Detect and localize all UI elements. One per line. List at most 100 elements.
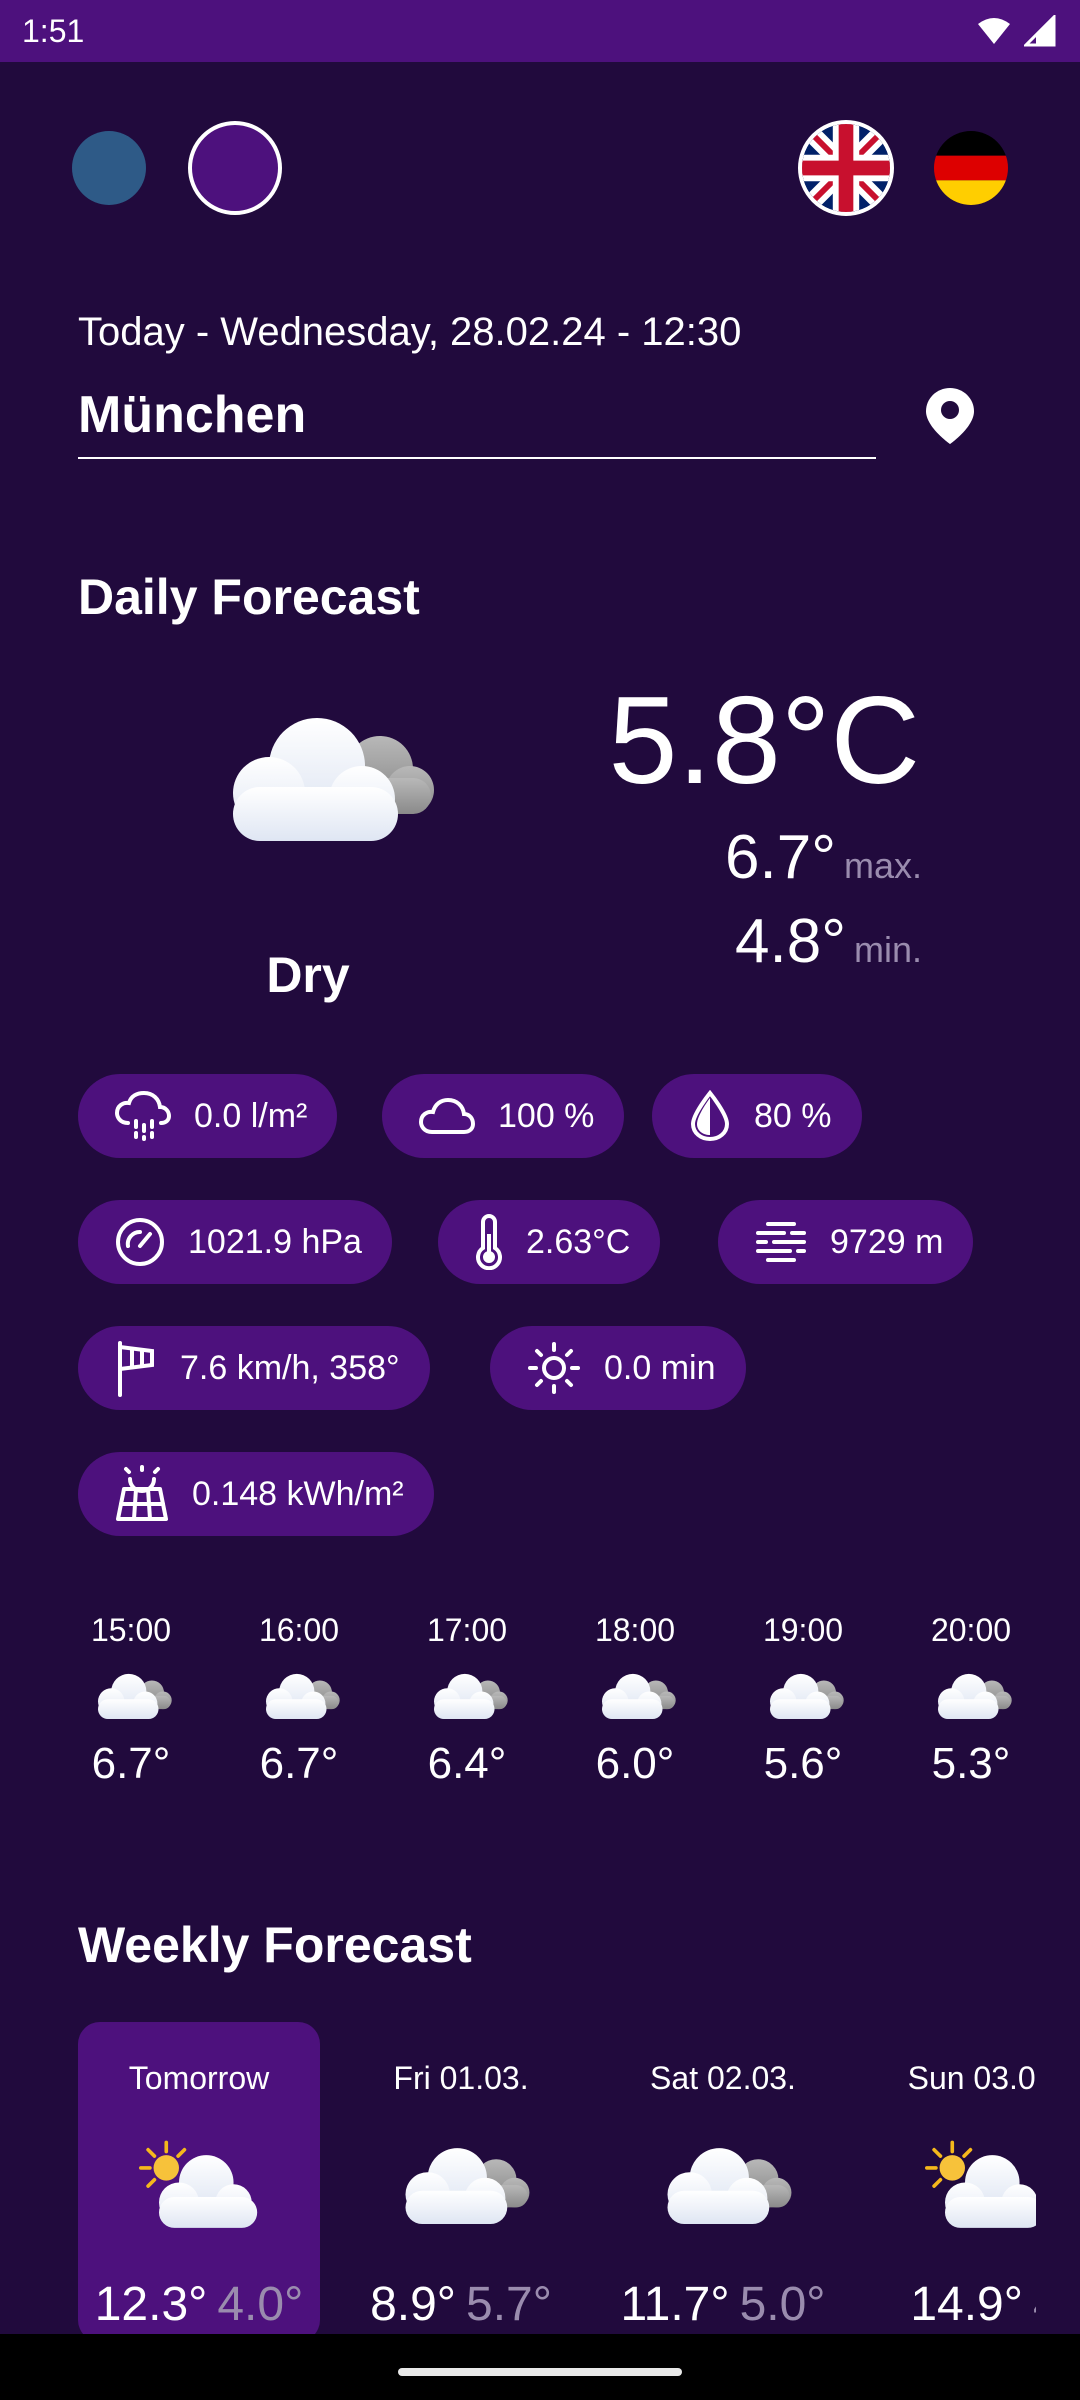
wifi-icon xyxy=(978,18,1010,44)
day-temperatures: 8.9° 5.7° xyxy=(340,2277,582,2332)
daily-forecast-title: Daily Forecast xyxy=(78,569,420,625)
day-max-temperature: 11.7° xyxy=(620,2278,730,2331)
day-card[interactable]: Tomorrow 12.3° 4.0° xyxy=(78,2022,320,2334)
current-temperature: 5.8°C xyxy=(608,672,920,810)
hourly-item: 19:00 5.6° xyxy=(719,1612,887,1789)
hourly-item: 20:00 5.3° xyxy=(887,1612,1055,1789)
windsock-icon xyxy=(118,1341,154,1397)
weekly-forecast-list[interactable]: Tomorrow 12.3° 4.0° Fri 01.03. 8.9° 5.7° S… xyxy=(78,2022,1036,2334)
hourly-forecast[interactable]: 15:00 6.7° 16:00 6.7° 17:00 6.4° 18:00 6… xyxy=(0,1612,1080,1832)
condition-label: Dry xyxy=(266,947,350,1003)
max-temperature: 6.7° xyxy=(725,823,836,892)
day-label: Sat 02.03. xyxy=(650,2060,796,2096)
humidity-value: 80 % xyxy=(754,1096,832,1135)
water-drop-icon xyxy=(690,1090,730,1142)
day-temperatures: 14.9°4 xyxy=(864,2277,1036,2332)
status-icons xyxy=(976,15,1056,47)
dew-point-chip: 2.63°C xyxy=(438,1200,661,1284)
fog-icon xyxy=(756,1222,806,1262)
day-min-temperature: 4 xyxy=(1033,2278,1036,2331)
theme-purple-button[interactable] xyxy=(188,121,282,215)
thermometer-icon xyxy=(476,1214,502,1270)
cloud-icon xyxy=(927,1669,1015,1725)
pressure-chip: 1021.9 hPa xyxy=(78,1200,392,1284)
sun-cloud-icon xyxy=(125,2137,273,2237)
cloud-cover-chip: 100 % xyxy=(382,1074,625,1158)
home-gesture-handle[interactable] xyxy=(398,2368,682,2376)
day-label: Sun 03.03. xyxy=(907,2060,1036,2096)
wind-value: 7.6 km/h, 358° xyxy=(180,1348,400,1387)
hourly-item: 15:00 6.7° xyxy=(47,1612,215,1789)
day-temperatures: 12.3° 4.0° xyxy=(78,2277,320,2332)
hour-temperature: 6.0° xyxy=(595,1739,675,1788)
sunshine-chip: 0.0 min xyxy=(490,1326,746,1410)
hour-temperature: 6.4° xyxy=(427,1739,507,1788)
english-flag-icon[interactable] xyxy=(798,120,894,216)
navigation-bar xyxy=(0,2334,1080,2400)
dew-point-value: 2.63°C xyxy=(526,1222,631,1261)
visibility-value: 9729 m xyxy=(830,1222,944,1261)
precipitation-chip: 0.0 l/m² xyxy=(78,1074,338,1158)
cloud-icon xyxy=(649,2137,797,2237)
hour-time: 18:00 xyxy=(594,1612,676,1648)
hourly-item: 17:00 6.4° xyxy=(383,1612,551,1789)
german-flag-icon[interactable] xyxy=(934,131,1008,205)
location-pin-icon[interactable] xyxy=(926,388,974,444)
hour-temperature: 5.3° xyxy=(931,1739,1011,1788)
hour-temperature: 6.7° xyxy=(259,1739,339,1788)
cloud-icon xyxy=(255,1669,343,1725)
sunshine-value: 0.0 min xyxy=(604,1348,716,1387)
hour-temperature: 6.7° xyxy=(91,1739,171,1788)
day-min-temperature: 4.0° xyxy=(217,2278,304,2331)
hour-temperature: 5.6° xyxy=(763,1739,843,1788)
sun-icon xyxy=(528,1342,580,1394)
cloud-icon xyxy=(591,1669,679,1725)
hour-time: 20:00 xyxy=(930,1612,1012,1648)
gauge-icon xyxy=(116,1218,164,1266)
hour-time: 19:00 xyxy=(762,1612,844,1648)
cloud-icon xyxy=(759,1669,847,1725)
solar-panel-icon xyxy=(116,1465,168,1521)
rain-cloud-icon xyxy=(114,1091,172,1141)
status-time: 1:51 xyxy=(22,12,85,49)
humidity-chip: 80 % xyxy=(652,1074,862,1158)
min-temperature: 4.8° xyxy=(735,907,846,976)
hour-time: 15:00 xyxy=(90,1612,172,1648)
max-temperature-row: 6.7° max. xyxy=(725,822,922,893)
date-time-label: Today - Wednesday, 28.02.24 - 12:30 xyxy=(78,310,742,354)
solar-value: 0.148 kWh/m² xyxy=(192,1474,404,1513)
cloud-cover-value: 100 % xyxy=(498,1096,595,1135)
day-temperatures: 11.7° 5.0° xyxy=(602,2277,844,2332)
cloud-icon xyxy=(423,1669,511,1725)
cloud-outline-icon xyxy=(418,1097,476,1134)
day-max-temperature: 12.3° xyxy=(94,2278,208,2331)
cloud-icon xyxy=(387,2137,535,2237)
cloud-icon xyxy=(87,1669,175,1725)
hour-time: 17:00 xyxy=(426,1612,508,1648)
visibility-chip: 9729 m xyxy=(718,1200,974,1284)
max-label: max. xyxy=(843,845,922,886)
min-label: min. xyxy=(853,929,922,970)
min-temperature-row: 4.8° min. xyxy=(735,906,922,977)
day-label: Fri 01.03. xyxy=(393,2060,529,2096)
signal-icon xyxy=(1024,15,1056,47)
city-input[interactable]: München xyxy=(78,385,876,459)
day-max-temperature: 14.9° xyxy=(910,2278,1023,2331)
day-card[interactable]: Sat 02.03. 11.7° 5.0° xyxy=(602,2022,844,2334)
day-card[interactable]: Sun 03.03. 14.9°4 xyxy=(864,2022,1036,2334)
sun-cloud-icon xyxy=(911,2137,1036,2237)
day-label: Tomorrow xyxy=(128,2060,270,2096)
precipitation-value: 0.0 l/m² xyxy=(194,1096,308,1135)
day-min-temperature: 5.7° xyxy=(466,2278,552,2331)
theme-blue-button[interactable] xyxy=(72,131,146,205)
pressure-value: 1021.9 hPa xyxy=(188,1222,362,1261)
hourly-item: 16:00 6.7° xyxy=(215,1612,383,1789)
cloud-icon xyxy=(196,706,450,856)
day-max-temperature: 8.9° xyxy=(370,2278,456,2331)
day-min-temperature: 5.0° xyxy=(739,2278,826,2331)
status-bar: 1:51 xyxy=(0,0,1080,62)
hourly-item: 18:00 6.0° xyxy=(551,1612,719,1789)
weekly-forecast-title: Weekly Forecast xyxy=(78,1917,472,1973)
day-card[interactable]: Fri 01.03. 8.9° 5.7° xyxy=(340,2022,582,2334)
hour-time: 16:00 xyxy=(258,1612,340,1648)
